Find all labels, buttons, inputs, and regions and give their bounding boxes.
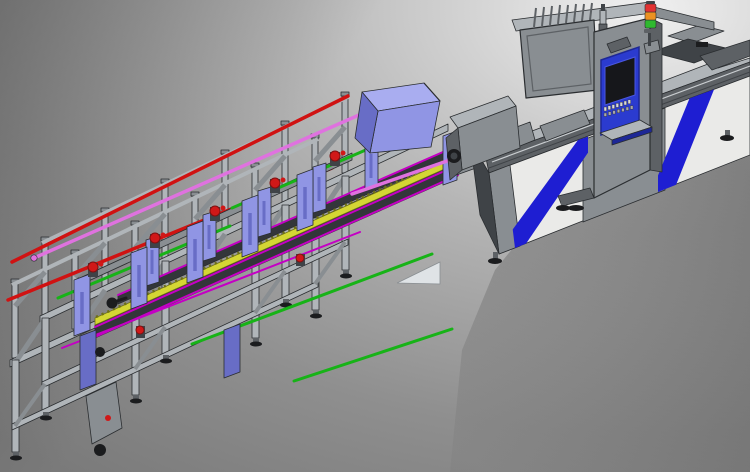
sprocket-unit: [136, 326, 145, 338]
signal-light-red: [645, 4, 656, 12]
signal-light-green: [645, 20, 656, 28]
signal-light-amber: [645, 12, 656, 20]
left-gear-dot: [105, 415, 111, 421]
adjust-knob-1: [107, 298, 118, 309]
adjust-knob-2: [95, 347, 105, 357]
pink-tube-end: [31, 255, 37, 261]
cad-render-stage: [0, 0, 750, 472]
sprocket-unit: [296, 254, 305, 266]
support-plate-low-1: [80, 330, 96, 390]
cad-render: [0, 0, 750, 472]
support-plate-low-2: [224, 324, 240, 378]
left-roller: [94, 444, 106, 456]
